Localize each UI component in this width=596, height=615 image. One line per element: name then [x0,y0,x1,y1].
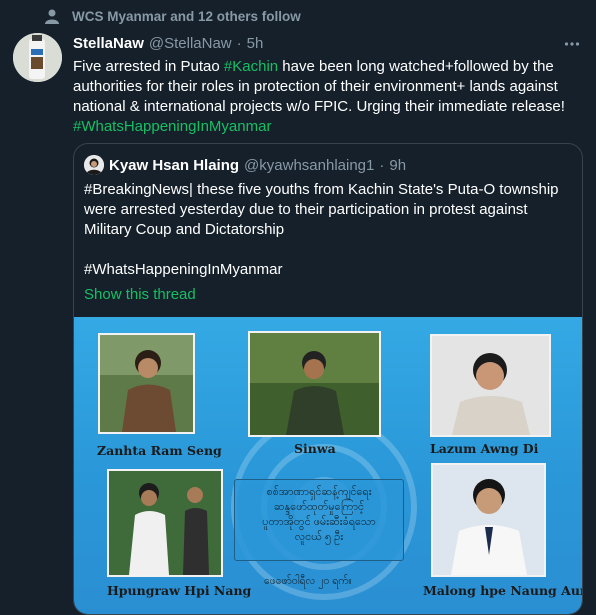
quote-text: #BreakingNews| these five youths from Ka… [84,181,559,278]
quote-author-handle: @kyawhsanhlaing1 [244,156,375,174]
hashtag-whatshappening[interactable]: #WhatsHappeningInMyanmar [73,118,271,135]
hashtag-kachin[interactable]: #Kachin [224,58,278,75]
social-context-text: WCS Myanmar and 12 others follow [72,9,301,24]
burmese-line-4: လူငယ် ၅ ဦး [294,531,344,543]
caption-1: Zanhta Ram Seng [97,443,222,458]
quote-header: Kyaw Hsan Hlaing @kyawhsanhlaing1 · 9h [84,155,406,175]
separator: · [236,35,242,52]
author-name[interactable]: StellaNaw [73,35,144,52]
quote-author-name: Kyaw Hsan Hlaing [109,156,240,174]
quote-time: 9h [389,156,407,174]
author-avatar[interactable] [13,33,62,82]
quote-image[interactable]: Zanhta Ram Seng Sinwa Lazum Awng Di Hpun… [74,317,582,614]
photo-lazum-awng-di [430,334,551,437]
quote-avatar [84,155,104,175]
burmese-line-3: ပူတာအိုတွင် ဖမ်းဆီးခံရသော [262,516,376,528]
burmese-line-1: စစ်အာဏာရှင်ဆန့်ကျင်ရေး [266,486,372,498]
tweet-text: Five arrested in Putao #Kachin have been… [73,57,583,137]
quoted-tweet[interactable]: Kyaw Hsan Hlaing @kyawhsanhlaing1 · 9h #… [73,143,583,615]
photo-malong-hpe-naung-aung [431,463,546,577]
caption-2: Sinwa [294,441,336,456]
author-handle[interactable]: @StellaNaw [149,35,232,52]
quote-separator: · [379,156,385,174]
person-icon [45,9,59,24]
caption-3: Lazum Awng Di [430,441,539,456]
photo-hpungraw-hpi-nang [107,469,223,577]
tweet-header: StellaNaw @StellaNaw · 5h [73,35,263,52]
tweet-time[interactable]: 5h [247,35,264,52]
social-context[interactable]: WCS Myanmar and 12 others follow [45,9,301,24]
burmese-line-2: ဆန္ဒဖော်ထုတ်မှုကြောင့် [273,501,365,513]
burmese-text-box: စစ်အာဏာရှင်ဆန့်ကျင်ရေး ဆန္ဒဖော်ထုတ်မှုကြ… [234,479,404,561]
photo-zanhta-ram-seng [98,333,195,434]
burmese-date: ဖေဖော်ဝါရီလ ၂၀ ရက်။ [264,575,352,587]
photo-sinwa [248,331,381,437]
show-thread-link[interactable]: Show this thread [84,286,196,303]
tweet-text-start: Five arrested in Putao [73,58,224,75]
caption-5: Malong hpe Naung Aung [423,583,582,598]
caption-4: Hpungraw Hpi Nang [107,583,252,598]
more-options-icon[interactable] [564,36,580,52]
